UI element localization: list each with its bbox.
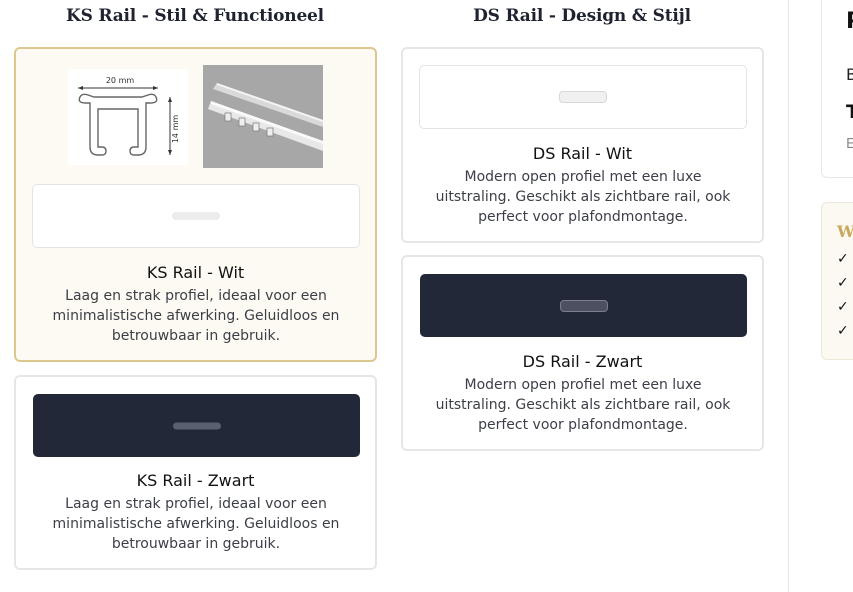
check-icon: ✓ [837, 251, 849, 267]
ks-rail-wit-card[interactable]: 20 mm 14 mm KS Rail - Wit Laag en strak … [14, 47, 377, 362]
rail-color-swatch-black [420, 274, 747, 337]
card-description: Modern open profiel met een luxe uitstra… [435, 377, 731, 433]
summary-heading: P [846, 9, 853, 34]
card-description: Laag en strak profiel, ideaal voor een m… [52, 288, 340, 344]
rail-profile-diagram: 20 mm 14 mm [68, 69, 188, 165]
card-title: KS Rail - Zwart [136, 471, 255, 490]
rail-color-swatch-white [32, 184, 360, 248]
card-title: KS Rail - Wit [146, 263, 245, 282]
benefits-box: W ✓ ✓ ✓ ✓ [821, 202, 853, 360]
ds-rail-wit-card[interactable]: DS Rail - Wit Modern open profiel met ee… [401, 47, 764, 243]
card-title: DS Rail - Wit [532, 144, 633, 163]
summary-line: B [846, 65, 853, 84]
ds-rail-zwart-card[interactable]: DS Rail - Zwart Modern open profiel met … [401, 255, 764, 451]
card-description: Laag en strak profiel, ideaal voor een m… [52, 496, 340, 552]
order-summary-panel: P B T E W ✓ ✓ ✓ ✓ [788, 0, 853, 592]
ks-rail-zwart-card[interactable]: KS Rail - Zwart Laag en strak profiel, i… [14, 375, 377, 570]
check-icon: ✓ [837, 323, 849, 339]
card-description: Modern open profiel met een luxe uitstra… [435, 169, 731, 225]
ds-rail-column-title: DS Rail - Design & Stijl [473, 6, 691, 26]
summary-card: P B T E [821, 0, 853, 178]
summary-line: T [846, 101, 853, 123]
ks-rail-column-title: KS Rail - Stil & Functioneel [66, 6, 324, 26]
diagram-height-label: 14 mm [171, 115, 180, 144]
rail-product-photo [203, 65, 323, 168]
diagram-width-label: 20 mm [106, 76, 135, 85]
rail-color-swatch-white [419, 65, 747, 129]
check-icon: ✓ [837, 299, 849, 315]
check-icon: ✓ [837, 275, 849, 291]
rail-color-swatch-black [33, 394, 360, 457]
benefits-title: W [837, 222, 853, 241]
card-title: DS Rail - Zwart [522, 352, 643, 371]
summary-line: E [846, 137, 853, 152]
